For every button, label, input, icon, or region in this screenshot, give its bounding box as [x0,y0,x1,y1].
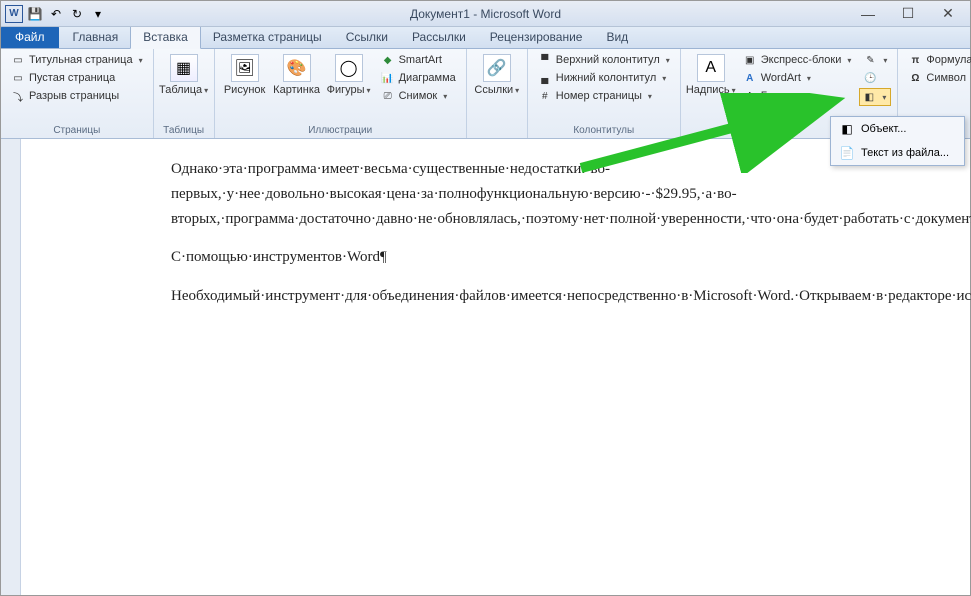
group-label: Таблицы [160,123,208,138]
object-dropdown-menu: ◧Объект... 📄Текст из файла... [830,116,965,166]
textfile-icon: 📄 [839,145,855,161]
table-button[interactable]: ▦ Таблица▾ [160,52,208,98]
object-icon: ◧ [862,90,876,104]
table-icon: ▦ [170,54,198,82]
clipart-button[interactable]: 🎨Картинка [273,52,321,98]
omega-icon: Ω [908,71,922,85]
page-icon: ▭ [11,71,25,85]
header-icon: ▀ [538,53,552,67]
clipart-icon: 🎨 [283,54,311,82]
page-break-button[interactable]: ⤵Разрыв страницы [7,88,147,104]
minimize-button[interactable]: — [858,6,878,22]
footer-icon: ▄ [538,71,552,85]
chart-icon: 📊 [381,71,395,85]
textbox-icon: A [697,54,725,82]
smartart-icon: ◆ [381,53,395,67]
link-icon: 🔗 [483,54,511,82]
paragraph: Необходимый·инструмент·для·объединения·ф… [171,284,901,309]
picture-button[interactable]: 🖼Рисунок [221,52,269,98]
left-margin [1,139,21,595]
break-icon: ⤵ [11,89,25,103]
window-controls: — ☐ ✕ [858,6,970,22]
shapes-button[interactable]: ◯Фигуры▾ [325,52,373,98]
symbol-button[interactable]: ΩСимвол▾ [904,70,971,86]
object-icon: ◧ [839,121,855,137]
object-button[interactable]: ◧▾ [859,88,891,106]
maximize-button[interactable]: ☐ [898,6,918,22]
screenshot-icon: ⎚ [381,89,395,103]
datetime-icon: 🕒 [863,71,877,85]
picture-icon: 🖼 [231,54,259,82]
group-label: Страницы [7,123,147,138]
paragraph: С·помощью·инструментов·Word¶ [171,245,901,270]
header-button[interactable]: ▀Верхний колонтитул▾ [534,52,674,68]
equation-button[interactable]: πФормула▾ [904,52,971,68]
group-pages: ▭Титульная страница▾ ▭Пустая страница ⤵Р… [1,49,154,138]
close-button[interactable]: ✕ [938,6,958,22]
footer-button[interactable]: ▄Нижний колонтитул▾ [534,70,674,86]
textbox-button[interactable]: AНадпись▾ [687,52,735,98]
pagenum-icon: # [538,89,552,103]
links-button[interactable]: 🔗Ссылки▾ [473,52,521,98]
group-label: Иллюстрации [221,123,460,138]
wordart-button[interactable]: AWordArt▾ [739,70,856,86]
tab-layout[interactable]: Разметка страницы [201,26,334,48]
group-tables: ▦ Таблица▾ Таблицы [154,49,215,138]
tab-home[interactable]: Главная [61,26,131,48]
paragraph: Однако·эта·программа·имеет·весьма·сущест… [171,157,901,231]
group-illustrations: 🖼Рисунок 🎨Картинка ◯Фигуры▾ ◆SmartArt 📊Д… [215,49,467,138]
group-headers: ▀Верхний колонтитул▾ ▄Нижний колонтитул▾… [528,49,681,138]
window-title: Документ1 - Microsoft Word [1,7,970,21]
blank-page-button[interactable]: ▭Пустая страница [7,70,147,86]
dropcap-icon: A̲ [743,89,757,103]
tab-insert[interactable]: Вставка [130,25,201,49]
page-icon: ▭ [11,53,25,67]
menu-object[interactable]: ◧Объект... [831,117,964,141]
menu-text-from-file[interactable]: 📄Текст из файла... [831,141,964,165]
wordart-icon: A [743,71,757,85]
pagenumber-button[interactable]: #Номер страницы▾ [534,88,674,104]
tab-references[interactable]: Ссылки [334,26,400,48]
datetime-button[interactable]: 🕒 [859,70,891,86]
tab-file[interactable]: Файл [1,26,59,48]
pi-icon: π [908,53,922,67]
document-area: Однако·эта·программа·имеет·весьма·сущест… [1,139,970,595]
ribbon-tabstrip: Файл Главная Вставка Разметка страницы С… [1,27,970,49]
screenshot-button[interactable]: ⎚Снимок▾ [377,88,460,104]
chart-button[interactable]: 📊Диаграмма [377,70,460,86]
cover-page-button[interactable]: ▭Титульная страница▾ [7,52,147,68]
tab-review[interactable]: Рецензирование [478,26,595,48]
shapes-icon: ◯ [335,54,363,82]
smartart-button[interactable]: ◆SmartArt [377,52,460,68]
group-links: 🔗Ссылки▾ [467,49,528,138]
quickparts-button[interactable]: ▣Экспресс-блоки▾ [739,52,856,68]
group-label [473,134,521,138]
page-content[interactable]: Однако·эта·программа·имеет·весьма·сущест… [21,139,941,595]
title-bar: W 💾 ↶ ↻ ▾ Документ1 - Microsoft Word — ☐… [1,1,970,27]
ribbon: ▭Титульная страница▾ ▭Пустая страница ⤵Р… [1,49,970,139]
signature-button[interactable]: ✎▾ [859,52,891,68]
dropcap-button[interactable]: A̲Буквица▾ [739,88,856,104]
tab-view[interactable]: Вид [594,26,640,48]
tab-mailings[interactable]: Рассылки [400,26,478,48]
signature-icon: ✎ [863,53,877,67]
group-label: Колонтитулы [534,123,674,138]
quickparts-icon: ▣ [743,53,757,67]
